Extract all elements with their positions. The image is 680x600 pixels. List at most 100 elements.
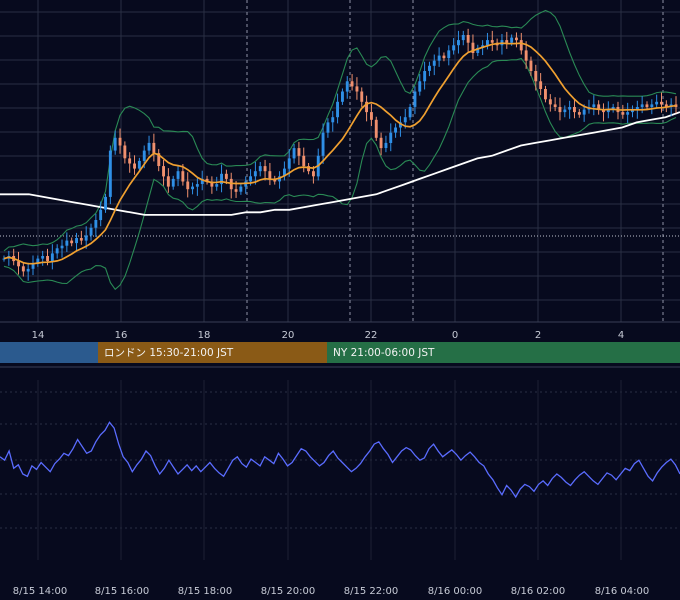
candle-body [99,209,103,221]
main-x-tick-label: 18 [198,330,211,341]
candle-body [452,45,456,51]
candle-body [650,104,654,107]
session-label: ロンドン 15:30-21:00 JST [104,347,234,359]
candle-body [413,91,417,107]
candle-body [234,189,238,192]
candle-body [345,81,349,92]
candle-body [553,104,557,107]
candle-body [592,104,596,107]
candle-body [186,181,190,190]
candle-body [466,35,470,43]
candle-body [621,112,625,115]
candle-body [568,107,572,110]
candle-body [534,71,538,82]
candle-body [171,178,175,187]
candle-body [89,227,93,236]
session-label: NY 21:00-06:00 JST [333,347,435,359]
candle-body [70,240,74,244]
candle-body [350,81,354,87]
candle-body [370,112,373,120]
candle-body [128,158,132,164]
candle-body [75,238,78,244]
candle-body [457,40,460,46]
candle-body [379,137,383,149]
candle-body [312,171,315,177]
candle-body [166,176,170,187]
candle-body [563,109,567,113]
candle-body [558,107,562,113]
candle-body [239,186,243,192]
candle-body [50,253,54,262]
bollinger-lower-band [3,57,677,291]
candle-body [79,238,83,241]
chart-window: 14 16 18 20 22 0 2 4 ロンドン 15:30-21:00 JST NY 21:0… [0,0,680,600]
candle-body [46,256,49,262]
candle-body [577,112,581,115]
candle-body [437,55,441,61]
candle-body [123,145,127,159]
candle-body [490,40,494,43]
main-x-tick-label: 14 [32,330,45,341]
candle-body [137,160,141,169]
candle-body [297,148,301,156]
bollinger-upper-band [3,9,677,252]
candle-body [394,127,397,133]
chart-svg: 14 16 18 20 22 0 2 4 ロンドン 15:30-21:00 JST NY 21:0… [0,0,680,597]
candle-body [26,268,30,272]
candle-body [355,86,359,92]
candle-body [539,81,543,89]
candle-body [510,37,514,43]
candle-body [524,50,528,61]
candle-body [660,101,663,105]
osc-x-tick-label: 8/16 00:00 [428,586,482,597]
candle-body [326,122,330,133]
candle-body [403,117,407,123]
candle-body [21,266,25,272]
candle-body [195,184,199,187]
candle-body [519,40,523,51]
candle-body [292,148,296,159]
candle-body [374,119,378,138]
candle-body [461,35,465,41]
candle-body [118,137,122,146]
osc-x-tick-label: 8/15 18:00 [178,586,232,597]
candle-body [336,101,339,118]
candle-body [341,91,344,102]
candle-body [428,65,431,71]
osc-x-tick-label: 8/16 02:00 [511,586,565,597]
osc-x-tick-label: 8/15 22:00 [344,586,398,597]
candle-body [384,142,388,148]
candle-body [147,142,151,151]
osc-x-tick-label: 8/15 16:00 [95,586,149,597]
candle-body [418,81,422,92]
candle-body [268,171,272,179]
main-x-tick-label: 4 [618,330,624,341]
candle-body [548,99,552,105]
candle-body [573,107,576,113]
candle-body [331,117,335,123]
main-x-tick-label: 16 [115,330,128,341]
candle-body [287,158,291,169]
candle-body [162,166,165,177]
candle-body [626,112,630,115]
candle-body [142,150,146,161]
candle-body [41,256,45,259]
candle-body [645,104,649,107]
candle-body [55,248,59,254]
candle-body [515,37,518,41]
candle-body [181,171,185,182]
candle-body [84,235,88,241]
candle-body [360,91,364,102]
main-x-tick-label: 22 [365,330,378,341]
candle-body [113,137,117,151]
candle-body [108,150,112,197]
candle-body [17,261,20,267]
session-segment [0,342,98,363]
candle-body [655,101,659,105]
candle-body [486,40,489,46]
candle-body [249,176,252,182]
candle-body [253,171,257,177]
candle-body [302,155,306,167]
candle-body [215,184,219,187]
candle-body [544,89,547,100]
